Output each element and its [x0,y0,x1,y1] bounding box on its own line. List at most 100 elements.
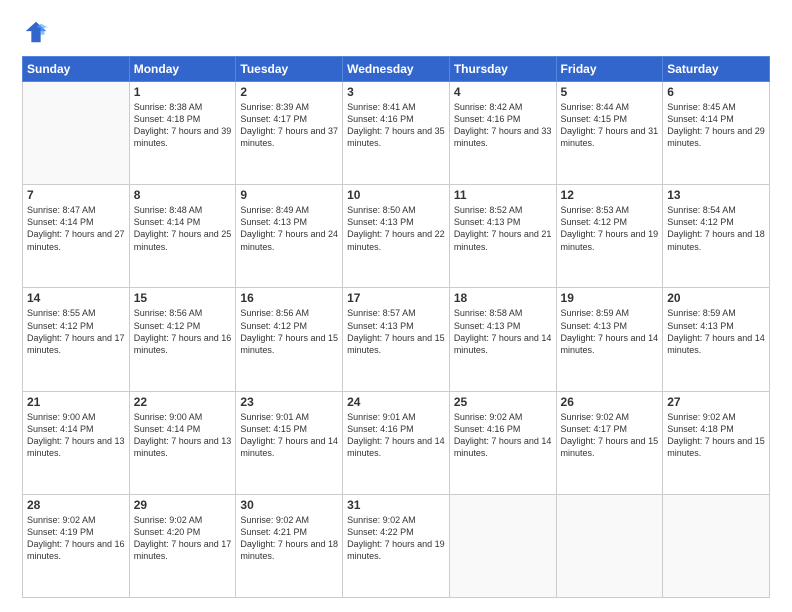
day-info: Sunrise: 9:02 AMSunset: 4:22 PMDaylight:… [347,514,445,563]
day-cell: 8Sunrise: 8:48 AMSunset: 4:14 PMDaylight… [129,185,236,288]
day-cell: 9 Sunrise: 8:49 AMSunset: 4:13 PMDaylight… [236,185,343,288]
day-cell: 6 Sunrise: 8:45 AMSunset: 4:14 PMDaylight… [663,82,770,185]
day-info: Sunrise: 8:39 AMSunset: 4:17 PMDaylight:… [240,101,338,150]
day-number: 18 [454,291,552,305]
day-cell: 20 Sunrise: 8:59 AMSunset: 4:13 PMDayligh… [663,288,770,391]
day-cell: 12 Sunrise: 8:53 AMSunset: 4:12 PMDayligh… [556,185,663,288]
day-number: 17 [347,291,445,305]
day-info: Sunrise: 9:02 AMSunset: 4:18 PMDaylight:… [667,411,765,460]
day-number: 21 [27,395,125,409]
day-number: 20 [667,291,765,305]
day-number: 24 [347,395,445,409]
day-number: 5 [561,85,659,99]
day-number: 12 [561,188,659,202]
day-cell: 11 Sunrise: 8:52 AMSunset: 4:13 PMDayligh… [449,185,556,288]
day-cell: 18 Sunrise: 8:58 AMSunset: 4:13 PMDayligh… [449,288,556,391]
day-cell: 29Sunrise: 9:02 AMSunset: 4:20 PMDayligh… [129,494,236,597]
day-number: 16 [240,291,338,305]
day-cell: 17Sunrise: 8:57 AMSunset: 4:13 PMDayligh… [343,288,450,391]
day-number: 25 [454,395,552,409]
day-info: Sunrise: 8:44 AMSunset: 4:15 PMDaylight:… [561,101,659,150]
day-cell: 15 Sunrise: 8:56 AMSunset: 4:12 PMDayligh… [129,288,236,391]
day-cell: 26 Sunrise: 9:02 AMSunset: 4:17 PMDayligh… [556,391,663,494]
col-header-tuesday: Tuesday [236,57,343,82]
day-number: 2 [240,85,338,99]
day-number: 19 [561,291,659,305]
day-info: Sunrise: 9:01 AMSunset: 4:16 PMDaylight:… [347,411,445,460]
day-info: Sunrise: 8:49 AMSunset: 4:13 PMDaylight:… [240,204,338,253]
day-cell [23,82,130,185]
week-row-5: 28 Sunrise: 9:02 AMSunset: 4:19 PMDayligh… [23,494,770,597]
day-cell: 21 Sunrise: 9:00 AMSunset: 4:14 PMDayligh… [23,391,130,494]
day-cell: 13Sunrise: 8:54 AMSunset: 4:12 PMDayligh… [663,185,770,288]
day-cell: 22Sunrise: 9:00 AMSunset: 4:14 PMDayligh… [129,391,236,494]
day-number: 4 [454,85,552,99]
day-info: Sunrise: 8:42 AMSunset: 4:16 PMDaylight:… [454,101,552,150]
day-info: Sunrise: 9:02 AMSunset: 4:17 PMDaylight:… [561,411,659,460]
day-info: Sunrise: 8:50 AMSunset: 4:13 PMDaylight:… [347,204,445,253]
day-number: 7 [27,188,125,202]
day-info: Sunrise: 8:52 AMSunset: 4:13 PMDaylight:… [454,204,552,253]
day-info: Sunrise: 9:01 AMSunset: 4:15 PMDaylight:… [240,411,338,460]
logo-icon [22,18,50,46]
day-cell: 16 Sunrise: 8:56 AMSunset: 4:12 PMDayligh… [236,288,343,391]
day-number: 10 [347,188,445,202]
day-info: Sunrise: 9:00 AMSunset: 4:14 PMDaylight:… [27,411,125,460]
week-row-3: 14Sunrise: 8:55 AMSunset: 4:12 PMDayligh… [23,288,770,391]
day-number: 1 [134,85,232,99]
day-info: Sunrise: 8:41 AMSunset: 4:16 PMDaylight:… [347,101,445,150]
day-info: Sunrise: 8:56 AMSunset: 4:12 PMDaylight:… [134,307,232,356]
day-cell [449,494,556,597]
day-cell: 30 Sunrise: 9:02 AMSunset: 4:21 PMDayligh… [236,494,343,597]
day-info: Sunrise: 8:53 AMSunset: 4:12 PMDaylight:… [561,204,659,253]
day-cell: 7 Sunrise: 8:47 AMSunset: 4:14 PMDaylight… [23,185,130,288]
col-header-friday: Friday [556,57,663,82]
week-row-4: 21 Sunrise: 9:00 AMSunset: 4:14 PMDayligh… [23,391,770,494]
day-cell: 5 Sunrise: 8:44 AMSunset: 4:15 PMDaylight… [556,82,663,185]
col-header-thursday: Thursday [449,57,556,82]
col-header-monday: Monday [129,57,236,82]
week-row-2: 7 Sunrise: 8:47 AMSunset: 4:14 PMDaylight… [23,185,770,288]
day-cell: 31 Sunrise: 9:02 AMSunset: 4:22 PMDayligh… [343,494,450,597]
day-cell: 4 Sunrise: 8:42 AMSunset: 4:16 PMDaylight… [449,82,556,185]
day-number: 31 [347,498,445,512]
day-cell: 27 Sunrise: 9:02 AMSunset: 4:18 PMDayligh… [663,391,770,494]
day-info: Sunrise: 8:48 AMSunset: 4:14 PMDaylight:… [134,204,232,253]
day-number: 29 [134,498,232,512]
day-number: 13 [667,188,765,202]
day-cell: 24 Sunrise: 9:01 AMSunset: 4:16 PMDayligh… [343,391,450,494]
day-info: Sunrise: 8:59 AMSunset: 4:13 PMDaylight:… [561,307,659,356]
header [22,18,770,46]
day-cell: 23Sunrise: 9:01 AMSunset: 4:15 PMDayligh… [236,391,343,494]
day-number: 30 [240,498,338,512]
day-number: 26 [561,395,659,409]
day-cell: 3 Sunrise: 8:41 AMSunset: 4:16 PMDaylight… [343,82,450,185]
day-number: 15 [134,291,232,305]
page: SundayMondayTuesdayWednesdayThursdayFrid… [0,0,792,612]
day-cell: 2 Sunrise: 8:39 AMSunset: 4:17 PMDaylight… [236,82,343,185]
day-cell: 10 Sunrise: 8:50 AMSunset: 4:13 PMDayligh… [343,185,450,288]
day-number: 27 [667,395,765,409]
day-cell [556,494,663,597]
day-info: Sunrise: 9:02 AMSunset: 4:16 PMDaylight:… [454,411,552,460]
day-info: Sunrise: 8:59 AMSunset: 4:13 PMDaylight:… [667,307,765,356]
calendar-table: SundayMondayTuesdayWednesdayThursdayFrid… [22,56,770,598]
day-info: Sunrise: 8:58 AMSunset: 4:13 PMDaylight:… [454,307,552,356]
day-number: 28 [27,498,125,512]
day-number: 9 [240,188,338,202]
day-cell: 25 Sunrise: 9:02 AMSunset: 4:16 PMDayligh… [449,391,556,494]
day-number: 3 [347,85,445,99]
day-info: Sunrise: 8:56 AMSunset: 4:12 PMDaylight:… [240,307,338,356]
day-info: Sunrise: 9:02 AMSunset: 4:19 PMDaylight:… [27,514,125,563]
day-info: Sunrise: 8:47 AMSunset: 4:14 PMDaylight:… [27,204,125,253]
day-info: Sunrise: 8:55 AMSunset: 4:12 PMDaylight:… [27,307,125,356]
day-info: Sunrise: 9:02 AMSunset: 4:21 PMDaylight:… [240,514,338,563]
day-number: 22 [134,395,232,409]
day-info: Sunrise: 8:45 AMSunset: 4:14 PMDaylight:… [667,101,765,150]
day-cell: 19 Sunrise: 8:59 AMSunset: 4:13 PMDayligh… [556,288,663,391]
col-header-sunday: Sunday [23,57,130,82]
day-cell [663,494,770,597]
day-number: 6 [667,85,765,99]
week-row-1: 1Sunrise: 8:38 AMSunset: 4:18 PMDaylight… [23,82,770,185]
day-number: 11 [454,188,552,202]
